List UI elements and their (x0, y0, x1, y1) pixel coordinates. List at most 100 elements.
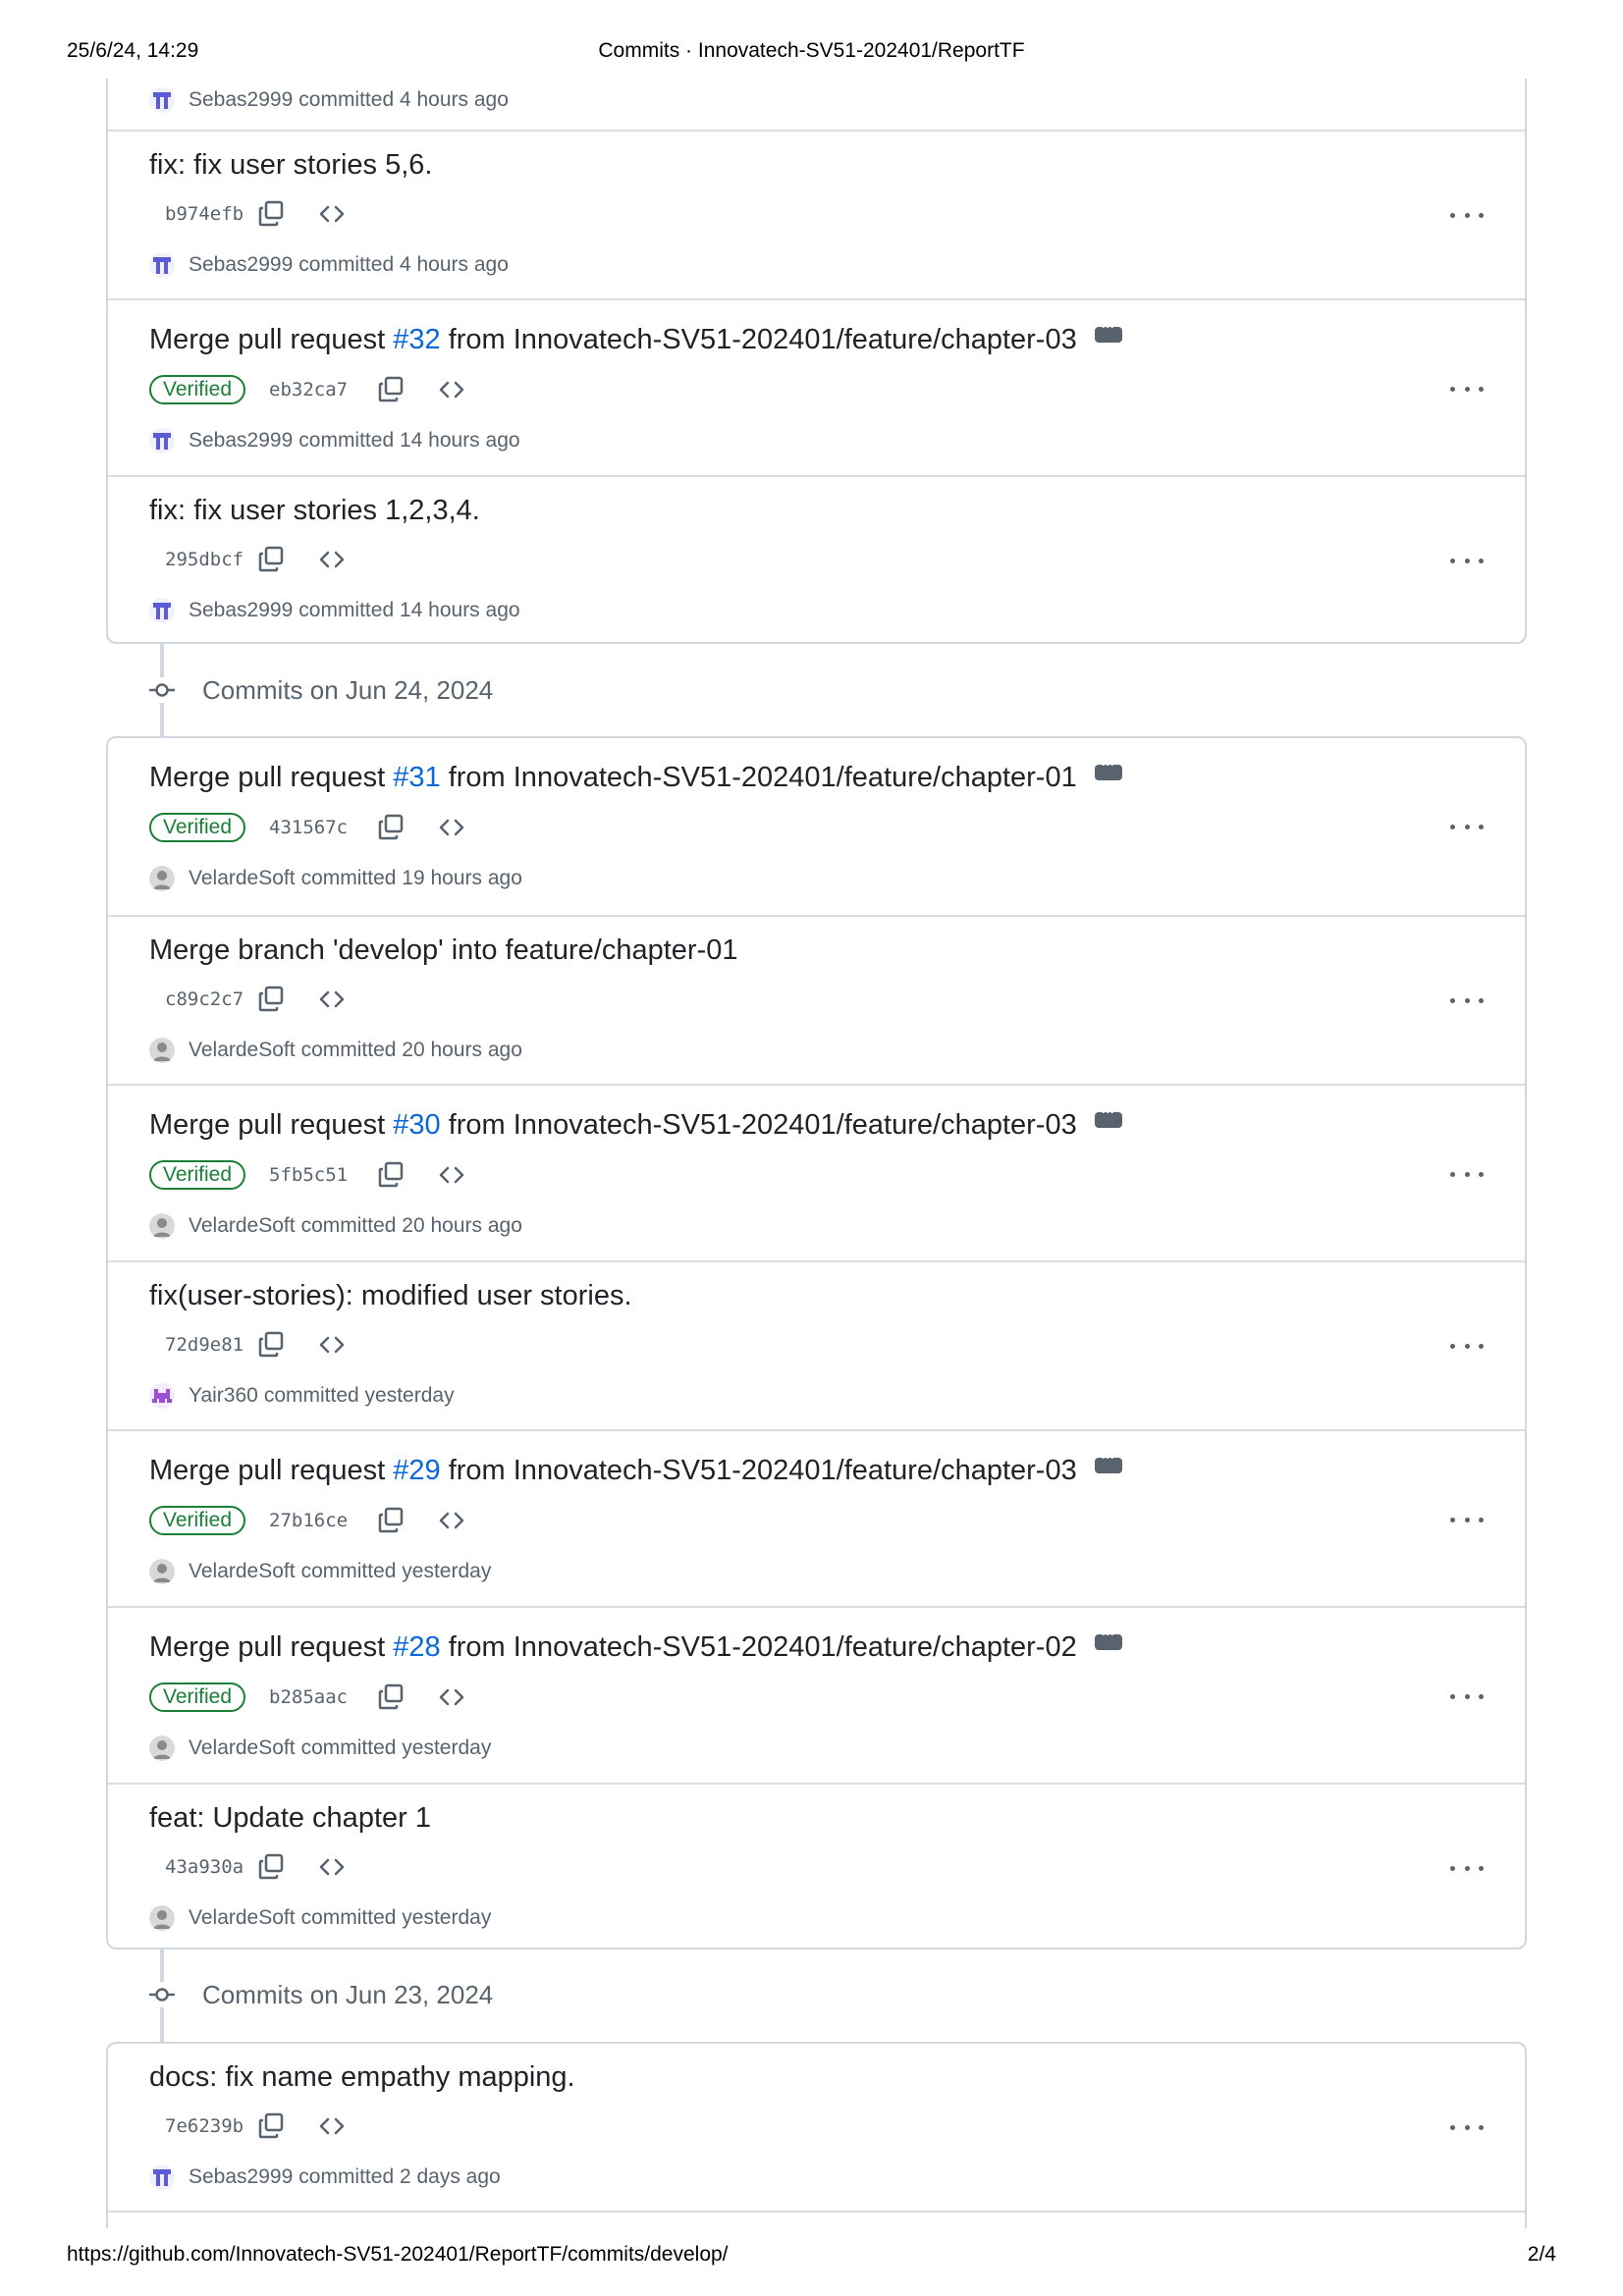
avatar-yair-icon[interactable] (149, 1383, 175, 1409)
print-page-title: Commits · Innovatech-SV51-202401/ReportT… (598, 39, 1025, 62)
avatar-velarde-icon[interactable] (149, 1735, 175, 1761)
copy-icon[interactable] (375, 1682, 406, 1713)
author-name[interactable]: Yair360 (189, 1384, 258, 1408)
more-options-icon[interactable] (1450, 1858, 1484, 1878)
code-icon[interactable] (316, 544, 348, 575)
commit-sha[interactable]: eb32ca7 (269, 379, 375, 400)
commit-title[interactable]: Merge pull request #29 from Innovatech-S… (149, 1453, 1122, 1487)
commit-title[interactable]: feat: Update chapter 1 (149, 1802, 431, 1835)
copy-icon[interactable] (375, 374, 406, 405)
commit-sha[interactable]: 27b16ce (269, 1510, 375, 1531)
expand-message-button[interactable] (1094, 760, 1122, 781)
commit-title[interactable]: fix: fix user stories 5,6. (149, 149, 433, 182)
commit-sha[interactable]: 72d9e81 (149, 1334, 255, 1356)
more-options-icon[interactable] (1450, 1336, 1484, 1356)
commit-title[interactable]: Merge pull request #30 from Innovatech-S… (149, 1107, 1122, 1142)
code-icon[interactable] (436, 812, 467, 843)
more-options-icon[interactable] (1450, 2117, 1484, 2137)
code-icon[interactable] (316, 2110, 348, 2142)
code-icon[interactable] (436, 374, 467, 405)
code-icon[interactable] (436, 1505, 467, 1536)
copy-icon[interactable] (375, 812, 406, 843)
author-name[interactable]: VelardeSoft (189, 1736, 296, 1760)
code-icon[interactable] (316, 198, 348, 230)
more-options-icon[interactable] (1450, 1686, 1484, 1706)
avatar-sebas-icon[interactable] (149, 87, 175, 113)
avatar-sebas-icon[interactable] (149, 428, 175, 454)
copy-icon[interactable] (375, 1505, 406, 1536)
commit-title[interactable]: docs: fix name empathy mapping. (149, 2061, 575, 2094)
author-name[interactable]: VelardeSoft (189, 867, 296, 890)
author-name[interactable]: VelardeSoft (189, 1039, 296, 1062)
copy-icon[interactable] (375, 1159, 406, 1191)
more-options-icon[interactable] (1450, 990, 1484, 1010)
commit-title[interactable]: fix(user-stories): modified user stories… (149, 1280, 632, 1312)
avatar-sebas-icon[interactable] (149, 2164, 175, 2190)
commit-author: Sebas2999 committed 14 hours ago (149, 596, 520, 625)
pr-link[interactable]: #29 (393, 1455, 440, 1486)
date-header: Commits on Jun 23, 2024 (149, 1980, 493, 2009)
commit-sha[interactable]: 5fb5c51 (269, 1164, 375, 1186)
author-name[interactable]: VelardeSoft (189, 1214, 296, 1238)
avatar-sebas-icon[interactable] (149, 598, 175, 623)
avatar-velarde-icon[interactable] (149, 1213, 175, 1239)
pr-link[interactable]: #30 (393, 1109, 440, 1141)
author-name[interactable]: Sebas2999 (189, 253, 293, 277)
author-name[interactable]: Sebas2999 (189, 88, 293, 112)
author-name[interactable]: VelardeSoft (189, 1560, 296, 1583)
avatar-velarde-icon[interactable] (149, 866, 175, 891)
code-icon[interactable] (436, 1159, 467, 1191)
code-icon[interactable] (316, 984, 348, 1015)
commit-sha[interactable]: 43a930a (149, 1856, 255, 1878)
commit-sha[interactable]: c89c2c7 (149, 988, 255, 1010)
more-options-icon[interactable] (1450, 817, 1484, 836)
copy-icon[interactable] (255, 198, 287, 230)
pr-link[interactable]: #32 (393, 324, 440, 355)
author-name[interactable]: Sebas2999 (189, 2165, 293, 2189)
commit-sha[interactable]: 7e6239b (149, 2115, 255, 2137)
commit-title[interactable]: fix: fix user stories 1,2,3,4. (149, 495, 480, 527)
commit-title[interactable]: Merge pull request #31 from Innovatech-S… (149, 760, 1122, 794)
commit-author: VelardeSoft committed 20 hours ago (149, 1211, 522, 1241)
more-options-icon[interactable] (1450, 379, 1484, 399)
commit-row: Merge pull request #30 from Innovatech-S… (108, 1084, 1525, 1260)
code-icon[interactable] (316, 1851, 348, 1883)
author-name[interactable]: Sebas2999 (189, 599, 293, 622)
commit-sha[interactable]: b285aac (269, 1686, 375, 1708)
author-name[interactable]: Sebas2999 (189, 429, 293, 453)
avatar-sebas-icon[interactable] (149, 252, 175, 278)
commit-sha[interactable]: 295dbcf (149, 549, 255, 570)
expand-message-button[interactable] (1094, 1453, 1122, 1474)
commit-title[interactable]: Merge branch 'develop' into feature/chap… (149, 934, 738, 967)
code-icon[interactable] (436, 1682, 467, 1713)
verified-badge[interactable]: Verified (149, 375, 246, 404)
avatar-velarde-icon[interactable] (149, 1038, 175, 1063)
git-commit-icon (149, 677, 175, 703)
verified-badge[interactable]: Verified (149, 1160, 246, 1190)
commit-sha[interactable]: 431567c (269, 817, 375, 838)
more-options-icon[interactable] (1450, 205, 1484, 225)
copy-icon[interactable] (255, 544, 287, 575)
verified-badge[interactable]: Verified (149, 1682, 246, 1712)
expand-message-button[interactable] (1094, 1107, 1122, 1129)
commit-title[interactable]: Merge pull request #28 from Innovatech-S… (149, 1629, 1122, 1664)
verified-badge[interactable]: Verified (149, 1506, 246, 1535)
copy-icon[interactable] (255, 1329, 287, 1361)
author-name[interactable]: VelardeSoft (189, 1906, 296, 1930)
copy-icon[interactable] (255, 1851, 287, 1883)
more-options-icon[interactable] (1450, 1510, 1484, 1529)
expand-message-button[interactable] (1094, 1629, 1122, 1651)
pr-link[interactable]: #31 (393, 762, 440, 793)
more-options-icon[interactable] (1450, 551, 1484, 570)
commit-title[interactable]: Merge pull request #32 from Innovatech-S… (149, 322, 1122, 356)
copy-icon[interactable] (255, 984, 287, 1015)
commit-sha[interactable]: b974efb (149, 203, 255, 225)
pr-link[interactable]: #28 (393, 1631, 440, 1663)
expand-message-button[interactable] (1094, 322, 1122, 344)
avatar-velarde-icon[interactable] (149, 1559, 175, 1584)
verified-badge[interactable]: Verified (149, 813, 246, 842)
more-options-icon[interactable] (1450, 1164, 1484, 1184)
code-icon[interactable] (316, 1329, 348, 1361)
avatar-velarde-icon[interactable] (149, 1905, 175, 1931)
copy-icon[interactable] (255, 2110, 287, 2142)
